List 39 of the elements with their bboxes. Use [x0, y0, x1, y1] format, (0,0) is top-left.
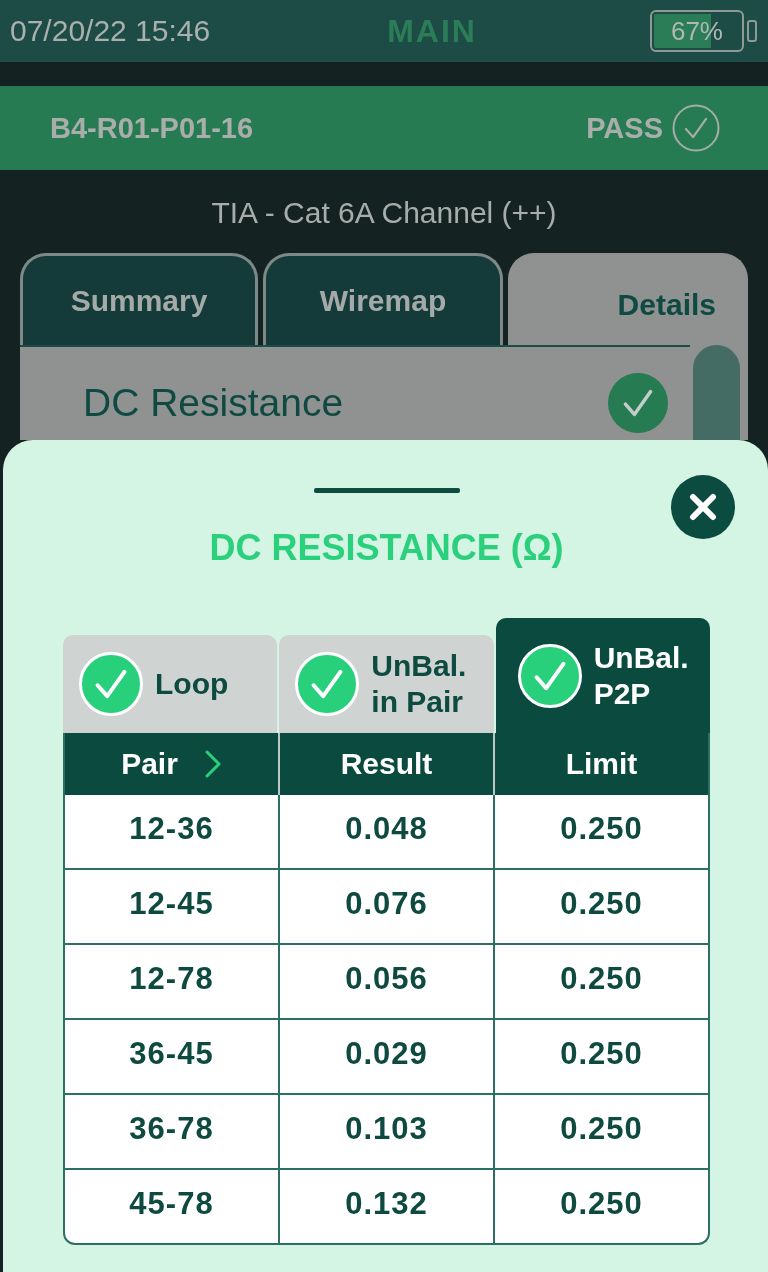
- close-icon: [689, 493, 717, 521]
- subtab[interactable]: UnBal. P2P: [495, 618, 710, 733]
- tab[interactable]: Wiremap: [263, 253, 503, 345]
- table-cell: 36-45: [65, 1020, 278, 1093]
- result-label: PASS: [586, 111, 663, 145]
- table-cell: 12-45: [65, 870, 278, 943]
- table-cell: 0.132: [280, 1170, 493, 1243]
- standard-label: TIA - Cat 6A Channel (++): [211, 195, 557, 231]
- table-cell: 0.056: [280, 945, 493, 1018]
- scrollbar-thumb[interactable]: [693, 345, 740, 440]
- table-cell: 12-36: [65, 795, 278, 868]
- table-cell: 0.250: [495, 870, 708, 943]
- sheet-title: DC RESISTANCE (Ω): [209, 528, 564, 568]
- column-header: Pair: [121, 747, 178, 781]
- table-cell: 0.250: [495, 1170, 708, 1243]
- subtab[interactable]: Loop: [63, 635, 278, 733]
- battery-indicator: 67%: [650, 10, 757, 52]
- date-time: 07/20/22 15:46: [10, 14, 211, 48]
- table-cell: 0.250: [495, 795, 708, 868]
- chevron-right-icon[interactable]: [203, 749, 222, 779]
- table-cell: 0.250: [495, 1095, 708, 1168]
- test-name: DC Resistance: [83, 380, 344, 425]
- table-cell: 36-78: [65, 1095, 278, 1168]
- table-cell: 0.029: [280, 1020, 493, 1093]
- table-cell: 12-78: [65, 945, 278, 1018]
- table-cell: 45-78: [65, 1170, 278, 1243]
- subtab[interactable]: UnBal. in Pair: [279, 635, 494, 733]
- tab[interactable]: Details: [508, 253, 748, 345]
- column-header: Limit: [565, 747, 638, 781]
- table-cell: 0.103: [280, 1095, 493, 1168]
- tab[interactable]: Summary: [20, 253, 258, 345]
- table-cell: 0.250: [495, 945, 708, 1018]
- test-row[interactable]: DC Resistance: [20, 345, 690, 440]
- record-id: B4-R01-P01-16: [50, 111, 254, 145]
- drag-handle[interactable]: [313, 488, 460, 493]
- table-cell: 0.076: [280, 870, 493, 943]
- table-cell: 0.250: [495, 1020, 708, 1093]
- table-cell: 0.048: [280, 795, 493, 868]
- column-header: Result: [340, 747, 433, 781]
